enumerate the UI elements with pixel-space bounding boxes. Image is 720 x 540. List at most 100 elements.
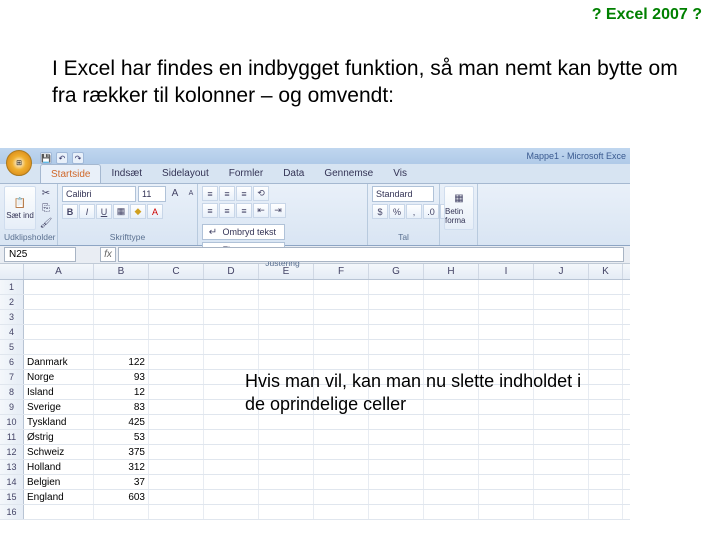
cell[interactable] bbox=[314, 490, 369, 504]
tab-data[interactable]: Data bbox=[273, 164, 314, 183]
cell[interactable] bbox=[589, 505, 623, 519]
row-header[interactable]: 5 bbox=[0, 340, 24, 354]
align-middle-icon[interactable]: ≡ bbox=[219, 186, 235, 201]
cell[interactable]: 53 bbox=[94, 430, 149, 444]
cell[interactable] bbox=[479, 430, 534, 444]
cell[interactable] bbox=[24, 310, 94, 324]
cell[interactable]: England bbox=[24, 490, 94, 504]
border-button[interactable]: ▦ bbox=[113, 204, 129, 219]
cell[interactable] bbox=[149, 475, 204, 489]
cell[interactable] bbox=[94, 505, 149, 519]
cut-icon[interactable]: ✂ bbox=[39, 186, 53, 200]
cell[interactable] bbox=[24, 295, 94, 309]
cell[interactable] bbox=[369, 325, 424, 339]
fx-icon[interactable]: fx bbox=[100, 247, 116, 262]
currency-icon[interactable]: $ bbox=[372, 204, 388, 219]
cell[interactable] bbox=[204, 460, 259, 474]
cell[interactable] bbox=[94, 280, 149, 294]
col-header-E[interactable]: E bbox=[259, 264, 314, 279]
cell[interactable] bbox=[424, 445, 479, 459]
cell[interactable] bbox=[259, 505, 314, 519]
cell[interactable] bbox=[369, 445, 424, 459]
align-center-icon[interactable]: ≡ bbox=[219, 203, 235, 218]
percent-icon[interactable]: % bbox=[389, 204, 405, 219]
cell[interactable] bbox=[149, 505, 204, 519]
cell[interactable]: 425 bbox=[94, 415, 149, 429]
cell[interactable] bbox=[259, 445, 314, 459]
cell[interactable] bbox=[479, 310, 534, 324]
cell[interactable] bbox=[479, 475, 534, 489]
cell[interactable] bbox=[314, 325, 369, 339]
cell[interactable] bbox=[369, 475, 424, 489]
row-header[interactable]: 7 bbox=[0, 370, 24, 384]
cell[interactable] bbox=[314, 295, 369, 309]
cell[interactable] bbox=[369, 505, 424, 519]
align-bottom-icon[interactable]: ≡ bbox=[236, 186, 252, 201]
row-header[interactable]: 12 bbox=[0, 445, 24, 459]
cell[interactable] bbox=[24, 505, 94, 519]
cell[interactable] bbox=[479, 490, 534, 504]
cell[interactable] bbox=[94, 310, 149, 324]
shrink-font-icon[interactable]: A bbox=[184, 186, 198, 200]
cell[interactable] bbox=[534, 355, 589, 369]
row-header[interactable]: 4 bbox=[0, 325, 24, 339]
formula-bar[interactable] bbox=[118, 247, 624, 262]
cell[interactable] bbox=[94, 340, 149, 354]
cell[interactable]: 83 bbox=[94, 400, 149, 414]
cell[interactable] bbox=[589, 445, 623, 459]
cell[interactable] bbox=[149, 340, 204, 354]
cell[interactable] bbox=[94, 325, 149, 339]
cell[interactable] bbox=[24, 340, 94, 354]
col-header-I[interactable]: I bbox=[479, 264, 534, 279]
paste-button[interactable]: 📋 Sæt ind bbox=[4, 186, 36, 230]
cell[interactable] bbox=[534, 295, 589, 309]
row-header[interactable]: 10 bbox=[0, 415, 24, 429]
font-color-button[interactable]: A bbox=[147, 204, 163, 219]
cell[interactable] bbox=[24, 325, 94, 339]
cell[interactable] bbox=[369, 355, 424, 369]
cell[interactable] bbox=[424, 415, 479, 429]
cell[interactable] bbox=[149, 295, 204, 309]
cell[interactable] bbox=[589, 280, 623, 294]
cell[interactable]: Østrig bbox=[24, 430, 94, 444]
cell[interactable]: 12 bbox=[94, 385, 149, 399]
tab-vis[interactable]: Vis bbox=[383, 164, 417, 183]
cell[interactable]: Sverige bbox=[24, 400, 94, 414]
cell[interactable] bbox=[369, 460, 424, 474]
col-header-B[interactable]: B bbox=[94, 264, 149, 279]
cell[interactable] bbox=[259, 490, 314, 504]
cell[interactable] bbox=[589, 295, 623, 309]
cell[interactable] bbox=[259, 280, 314, 294]
tab-startside[interactable]: Startside bbox=[40, 164, 101, 183]
cell[interactable] bbox=[149, 460, 204, 474]
cell[interactable] bbox=[94, 295, 149, 309]
align-right-icon[interactable]: ≡ bbox=[236, 203, 252, 218]
cell[interactable] bbox=[259, 460, 314, 474]
row-header[interactable]: 13 bbox=[0, 460, 24, 474]
cell[interactable] bbox=[479, 280, 534, 294]
indent-inc-icon[interactable]: ⇥ bbox=[270, 203, 286, 218]
row-header[interactable]: 1 bbox=[0, 280, 24, 294]
cell[interactable] bbox=[534, 475, 589, 489]
conditional-format-button[interactable]: ▦ Betin forma bbox=[444, 186, 474, 230]
cell[interactable] bbox=[479, 340, 534, 354]
format-painter-icon[interactable]: 🖌 bbox=[39, 216, 53, 230]
name-box[interactable]: N25 bbox=[4, 247, 76, 262]
cell[interactable]: Schweiz bbox=[24, 445, 94, 459]
cell[interactable] bbox=[589, 490, 623, 504]
cell[interactable] bbox=[424, 430, 479, 444]
col-header-H[interactable]: H bbox=[424, 264, 479, 279]
cell[interactable] bbox=[149, 490, 204, 504]
cell[interactable] bbox=[479, 355, 534, 369]
cell[interactable] bbox=[534, 430, 589, 444]
cell[interactable] bbox=[259, 355, 314, 369]
cell[interactable] bbox=[479, 505, 534, 519]
cell[interactable] bbox=[479, 295, 534, 309]
cell[interactable]: Island bbox=[24, 385, 94, 399]
row-header[interactable]: 8 bbox=[0, 385, 24, 399]
col-header-C[interactable]: C bbox=[149, 264, 204, 279]
row-header[interactable]: 15 bbox=[0, 490, 24, 504]
cell[interactable] bbox=[24, 280, 94, 294]
cell[interactable] bbox=[204, 340, 259, 354]
wrap-text-button[interactable]: ↵ Ombryd tekst bbox=[202, 224, 285, 240]
